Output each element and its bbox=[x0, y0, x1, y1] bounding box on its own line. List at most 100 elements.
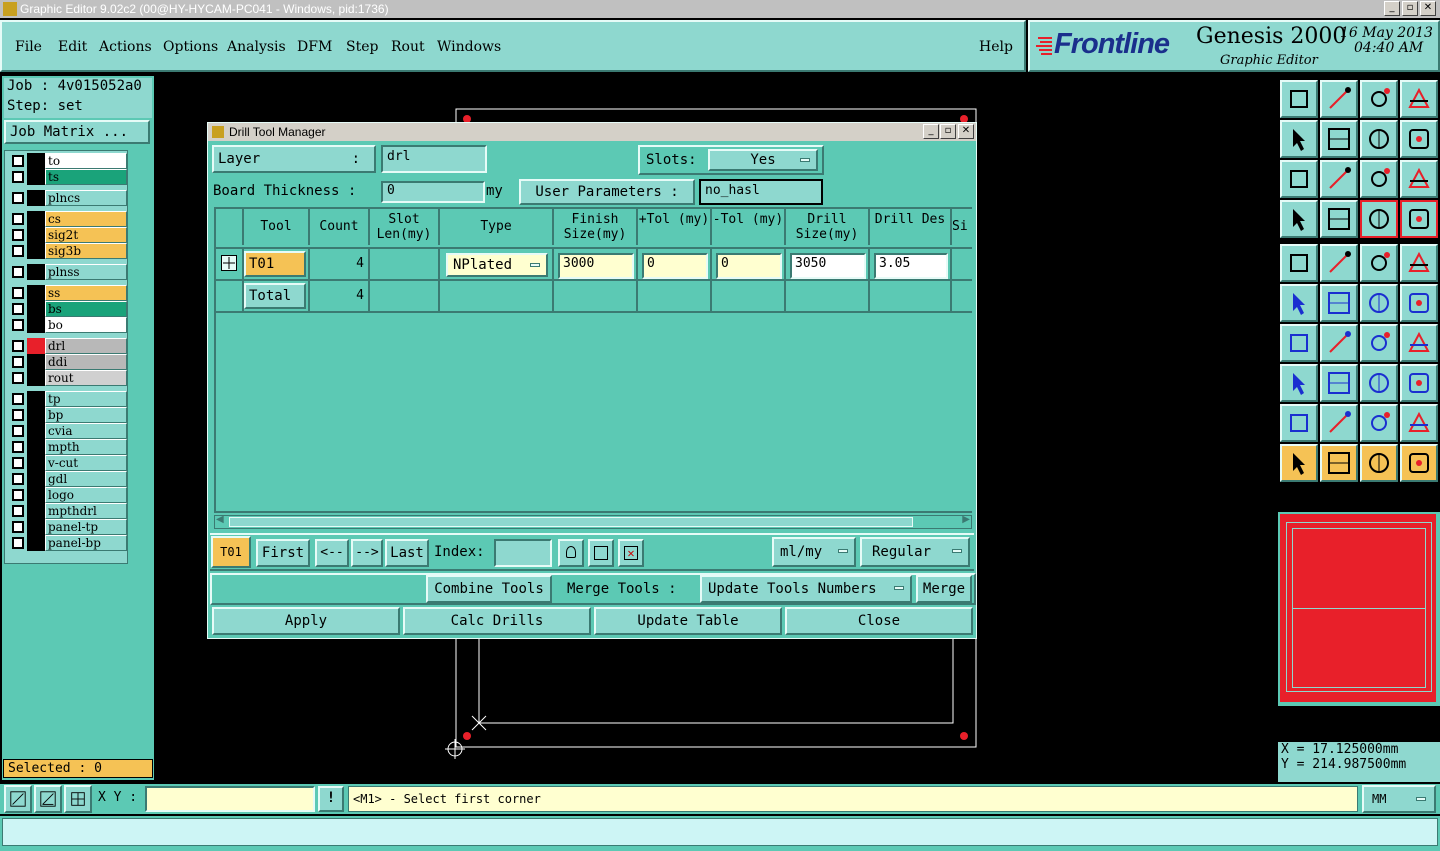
layer-name[interactable]: bo bbox=[45, 317, 127, 333]
layer-row[interactable]: ddi bbox=[11, 354, 127, 370]
update-tools-numbers-dropdown[interactable]: Update Tools Numbers bbox=[700, 575, 912, 603]
layer-name[interactable]: v-cut bbox=[45, 455, 127, 471]
layer-row[interactable]: to bbox=[11, 153, 127, 169]
finish-size-cell[interactable]: 3000 bbox=[554, 249, 638, 281]
layer-row[interactable]: tp bbox=[11, 391, 127, 407]
edit-shape-icon[interactable] bbox=[1320, 244, 1358, 282]
layer-checkbox[interactable] bbox=[12, 441, 24, 453]
dialog-close-icon[interactable]: ✕ bbox=[958, 124, 974, 139]
layer-row[interactable]: bo bbox=[11, 317, 127, 333]
layer-name[interactable]: panel-tp bbox=[45, 519, 127, 535]
layer-row[interactable]: panel-bp bbox=[11, 535, 127, 551]
layer-row[interactable]: plnss bbox=[11, 264, 127, 280]
layer-row[interactable]: logo bbox=[11, 487, 127, 503]
layer-row[interactable]: drl bbox=[11, 338, 127, 354]
horizontal-icon[interactable] bbox=[1320, 364, 1358, 402]
layer-row[interactable]: cs bbox=[11, 211, 127, 227]
user-parameters-field[interactable]: no_hasl bbox=[699, 179, 823, 205]
menu-file[interactable]: File bbox=[15, 39, 42, 55]
layer-checkbox[interactable] bbox=[12, 356, 24, 368]
table-row[interactable]: T01 4 NPlated 3000 0 0 3050 3.05 bbox=[216, 249, 972, 281]
type-cell[interactable]: NPlated bbox=[440, 249, 554, 281]
combine-tools-button[interactable]: Combine Tools bbox=[426, 575, 552, 603]
horizontal-scrollbar[interactable]: ◀ ▶ bbox=[214, 514, 972, 529]
angle-icon[interactable] bbox=[1280, 324, 1318, 362]
layer-checkbox[interactable] bbox=[12, 473, 24, 485]
home-down-icon[interactable] bbox=[1320, 80, 1358, 118]
job-matrix-button[interactable]: Job Matrix ... bbox=[4, 120, 150, 144]
move-point-icon[interactable] bbox=[1280, 364, 1318, 402]
layer-row[interactable]: panel-tp bbox=[11, 519, 127, 535]
layer-name[interactable]: rout bbox=[45, 370, 127, 386]
layer-name[interactable]: sig3b bbox=[45, 243, 127, 259]
user-parameters-button[interactable]: User Parameters : bbox=[519, 179, 695, 205]
slots-dropdown[interactable]: Yes bbox=[708, 149, 818, 171]
menu-rout[interactable]: Rout bbox=[391, 39, 425, 55]
layer-name[interactable]: plnss bbox=[45, 264, 127, 280]
layer-row[interactable]: plncs bbox=[11, 190, 127, 206]
triangle-icon[interactable] bbox=[1280, 404, 1318, 442]
layer-name[interactable]: ddi bbox=[45, 354, 127, 370]
layer-row[interactable]: bs bbox=[11, 301, 127, 317]
alert-icon[interactable]: ! bbox=[318, 786, 344, 812]
arch-alt-icon[interactable] bbox=[1400, 404, 1438, 442]
first-button[interactable]: First bbox=[256, 539, 310, 567]
mirror-icon[interactable] bbox=[1400, 324, 1438, 362]
maximize-button[interactable]: ▫ bbox=[1402, 1, 1418, 16]
plus-tol-input[interactable]: 0 bbox=[642, 253, 708, 279]
close-window-button[interactable]: ✕ bbox=[1420, 1, 1436, 16]
minus-tol-cell[interactable]: 0 bbox=[712, 249, 786, 281]
merge-button[interactable]: Merge bbox=[916, 575, 972, 603]
menu-options[interactable]: Options bbox=[163, 39, 218, 55]
layer-row[interactable]: ts bbox=[11, 169, 127, 185]
layer-checkbox[interactable] bbox=[12, 229, 24, 241]
drill-des-cell[interactable]: 3.05 bbox=[870, 249, 952, 281]
next-button[interactable]: --> bbox=[351, 539, 383, 567]
layer-name[interactable]: panel-bp bbox=[45, 535, 127, 551]
layer-name[interactable]: gdl bbox=[45, 471, 127, 487]
layer-row[interactable]: gdl bbox=[11, 471, 127, 487]
layer-checkbox[interactable] bbox=[12, 521, 24, 533]
layer-checkbox[interactable] bbox=[12, 192, 24, 204]
layer-name[interactable]: tp bbox=[45, 391, 127, 407]
prev-button[interactable]: <-- bbox=[315, 539, 349, 567]
line-point-alt-icon[interactable] bbox=[1400, 284, 1438, 322]
layer-checkbox[interactable] bbox=[12, 425, 24, 437]
select-arrow-icon[interactable] bbox=[1360, 444, 1398, 482]
layer-row[interactable]: mpth bbox=[11, 439, 127, 455]
layer-checkbox[interactable] bbox=[12, 287, 24, 299]
layer-name[interactable]: bp bbox=[45, 407, 127, 423]
layer-checkbox[interactable] bbox=[12, 266, 24, 278]
tool-button[interactable]: T01 bbox=[244, 251, 306, 277]
layer-checkbox[interactable] bbox=[12, 393, 24, 405]
home-icon[interactable] bbox=[1360, 80, 1398, 118]
measure-icon[interactable] bbox=[1360, 364, 1398, 402]
calc-drills-button[interactable]: Calc Drills bbox=[403, 607, 591, 635]
layer-checkbox[interactable] bbox=[12, 155, 24, 167]
drill-des-input[interactable]: 3.05 bbox=[874, 253, 948, 279]
pan-right-icon[interactable] bbox=[1320, 120, 1358, 158]
layer-row[interactable]: ss bbox=[11, 285, 127, 301]
layer-name[interactable]: cvia bbox=[45, 423, 127, 439]
mode-dropdown[interactable]: Regular bbox=[860, 537, 970, 567]
layer-name[interactable]: bs bbox=[45, 301, 127, 317]
grid-icon[interactable] bbox=[64, 785, 92, 813]
layer-checkbox[interactable] bbox=[12, 409, 24, 421]
last-button[interactable]: Last bbox=[385, 539, 429, 567]
scroll-right-icon[interactable]: ▶ bbox=[962, 514, 970, 525]
scale-icon[interactable] bbox=[1360, 160, 1398, 198]
layer-name[interactable]: mpth bbox=[45, 439, 127, 455]
view-button[interactable] bbox=[588, 539, 614, 567]
scroll-left-icon[interactable]: ◀ bbox=[216, 514, 224, 525]
highlight-button[interactable] bbox=[558, 539, 584, 567]
cross-icon[interactable] bbox=[1320, 284, 1358, 322]
layer-row[interactable]: sig2t bbox=[11, 227, 127, 243]
layer-checkbox[interactable] bbox=[12, 245, 24, 257]
layer-checkbox[interactable] bbox=[12, 372, 24, 384]
snap-icon[interactable] bbox=[1360, 200, 1398, 238]
triangle-alt-icon[interactable] bbox=[1320, 404, 1358, 442]
layer-row[interactable]: sig3b bbox=[11, 243, 127, 259]
layer-name[interactable]: ss bbox=[45, 285, 127, 301]
line-point-icon[interactable] bbox=[1360, 284, 1398, 322]
units-selector[interactable]: MM bbox=[1362, 785, 1436, 813]
